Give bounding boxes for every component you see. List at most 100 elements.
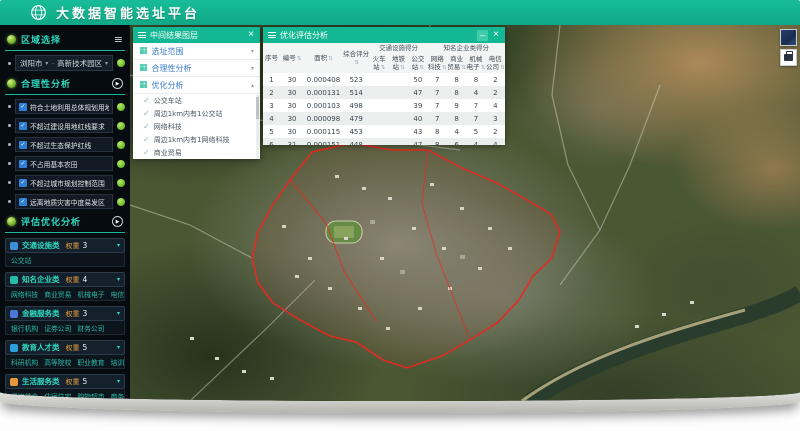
- column-header[interactable]: 电信公司⇅: [486, 54, 505, 73]
- layer-item-row[interactable]: ✓网络科技: [133, 120, 260, 133]
- column-header[interactable]: 面积⇅: [304, 43, 343, 73]
- menu-icon[interactable]: ≡: [114, 35, 123, 45]
- column-header[interactable]: 地铁站⇅: [389, 54, 408, 73]
- sort-icon[interactable]: ⇅: [400, 65, 405, 71]
- category-header[interactable]: 金融服务类权重3▾: [5, 306, 125, 321]
- table-row[interactable]: 2300.000131514477842: [263, 86, 505, 99]
- chevron-down-icon[interactable]: ▾: [117, 378, 120, 385]
- checkbox-checked-icon[interactable]: ✓: [19, 141, 27, 149]
- minimize-icon[interactable]: –: [477, 30, 488, 41]
- column-header[interactable]: 火车站⇅: [369, 54, 388, 73]
- checkbox-checked-icon[interactable]: ✓: [19, 103, 27, 111]
- checkmark-icon[interactable]: ✓: [143, 96, 150, 105]
- poi-tag[interactable]: 科研机构: [11, 357, 38, 367]
- poi-tag[interactable]: 餐饮美食: [11, 391, 38, 401]
- chevron-down-icon[interactable]: ▾: [251, 48, 254, 55]
- layer-item-row[interactable]: ✓商业贸易: [133, 146, 260, 159]
- district-select-value[interactable]: 高新技术园区: [57, 58, 102, 69]
- sort-icon[interactable]: ⇅: [381, 65, 386, 71]
- rationality-item: ✓不超过城市规划控制范围: [5, 175, 125, 190]
- close-icon[interactable]: ×: [492, 30, 500, 40]
- toolbox-button[interactable]: [780, 49, 797, 66]
- table-cell: 50: [408, 73, 427, 86]
- chevron-down-icon[interactable]: ▾: [117, 276, 120, 283]
- checkbox-checked-icon[interactable]: ✓: [19, 198, 27, 206]
- poi-tag[interactable]: 商业贸易: [44, 289, 71, 299]
- sort-icon[interactable]: ⇅: [328, 56, 333, 62]
- table-row[interactable]: 5300.000115453438452: [263, 125, 505, 138]
- chevron-up-icon[interactable]: ▴: [251, 82, 254, 89]
- sort-icon[interactable]: ⇅: [297, 56, 302, 62]
- poi-tag[interactable]: 职业教育: [77, 357, 104, 367]
- scrollbar[interactable]: [256, 95, 259, 159]
- sort-icon[interactable]: ⇅: [419, 65, 424, 71]
- sort-icon[interactable]: ⇅: [461, 65, 466, 71]
- column-header[interactable]: 综合评分⇅: [343, 43, 370, 73]
- results-panel-header[interactable]: 优化评估分析 – ×: [263, 27, 505, 43]
- poi-tag[interactable]: 培训机构: [111, 357, 125, 367]
- run-evaluation-button[interactable]: ▶: [112, 216, 123, 227]
- section-led-icon: [7, 79, 16, 88]
- layer-item-row[interactable]: ✓周边1km内有1公交站: [133, 107, 260, 120]
- category-header[interactable]: 知名企业类权重4▾: [5, 272, 125, 287]
- poi-tag[interactable]: 机械电子: [77, 289, 104, 299]
- poi-tag[interactable]: 住宿住宅: [44, 391, 71, 401]
- checkbox-checked-icon[interactable]: ✓: [19, 122, 27, 130]
- poi-tag[interactable]: 高等院校: [44, 357, 71, 367]
- checkmark-icon[interactable]: ✓: [143, 135, 150, 144]
- category-header[interactable]: 教育人才类权重5▾: [5, 340, 125, 355]
- site-boundary-polygon[interactable]: [252, 143, 560, 368]
- category-name: 知名企业类: [22, 274, 60, 285]
- layer-item-row[interactable]: ✓周边1km内有1网络科技: [133, 133, 260, 146]
- column-header[interactable]: 公交站⇅: [408, 54, 427, 73]
- poi-tag[interactable]: 财务公司: [77, 323, 104, 333]
- map-area[interactable]: 中间结果图层 × ▦选址范围▾▦合理性分析▾▦优化分析▴ ✓公交车站✓周边1km…: [130, 25, 800, 401]
- column-header[interactable]: 编号⇅: [280, 43, 304, 73]
- table-row[interactable]: 6310.000151448478644: [263, 138, 505, 145]
- table-row[interactable]: 1300.000408523507882: [263, 73, 505, 86]
- checkbox-checked-icon[interactable]: ✓: [19, 160, 27, 168]
- sort-icon[interactable]: ⇅: [354, 60, 359, 66]
- table-row[interactable]: 3300.000103498397974: [263, 99, 505, 112]
- sort-icon[interactable]: ⇅: [442, 65, 447, 71]
- run-analysis-button[interactable]: ▶: [112, 78, 123, 89]
- layer-group-row[interactable]: ▦合理性分析▾: [133, 60, 260, 77]
- table-cell: 7: [428, 99, 447, 112]
- poi-tag[interactable]: 商务酒店: [111, 391, 125, 401]
- chevron-down-icon[interactable]: ▾: [117, 344, 120, 351]
- poi-tag[interactable]: 电信公司: [111, 289, 125, 299]
- poi-tag[interactable]: 公交站: [11, 255, 31, 265]
- chevron-down-icon[interactable]: ▾: [117, 310, 120, 317]
- weight-value: 5: [83, 343, 88, 352]
- checkmark-icon[interactable]: ✓: [143, 109, 150, 118]
- poi-tag[interactable]: 购物超市: [77, 391, 104, 401]
- poi-tag[interactable]: 网络科技: [11, 289, 38, 299]
- layers-panel-header[interactable]: 中间结果图层 ×: [133, 27, 260, 43]
- region-separator: -: [51, 59, 54, 68]
- checkmark-icon[interactable]: ✓: [143, 122, 150, 131]
- overview-map-button[interactable]: [780, 29, 797, 46]
- sort-icon[interactable]: ⇅: [500, 65, 505, 71]
- column-header[interactable]: 网络科技⇅: [428, 54, 447, 73]
- region-select[interactable]: 浏阳市 ▾ - 高新技术园区 ▾: [15, 55, 113, 71]
- poi-tag[interactable]: 银行机构: [11, 323, 38, 333]
- table-row[interactable]: 4300.000098479407873: [263, 112, 505, 125]
- city-select-value[interactable]: 浏阳市: [20, 58, 42, 69]
- category-header[interactable]: 交通设施类权重3▾: [5, 238, 125, 253]
- rationality-label: 符合土地利用总体规划用地要求: [30, 102, 109, 112]
- status-dot: [117, 179, 125, 187]
- layer-item-row[interactable]: ✓公交车站: [133, 94, 260, 107]
- sort-icon[interactable]: ⇅: [481, 65, 486, 71]
- checkbox-checked-icon[interactable]: ✓: [19, 179, 27, 187]
- table-cell: 30: [280, 73, 304, 86]
- layer-group-row[interactable]: ▦选址范围▾: [133, 43, 260, 60]
- checkmark-icon[interactable]: ✓: [143, 148, 150, 157]
- chevron-down-icon[interactable]: ▾: [251, 65, 254, 72]
- close-icon[interactable]: ×: [247, 30, 255, 40]
- layer-group-row[interactable]: ▦优化分析▴: [133, 77, 260, 94]
- column-header[interactable]: 机械电子⇅: [466, 54, 485, 73]
- category-header[interactable]: 生活服务类权重5▾: [5, 374, 125, 389]
- poi-tag[interactable]: 证券公司: [44, 323, 71, 333]
- chevron-down-icon[interactable]: ▾: [117, 242, 120, 249]
- column-header[interactable]: 商业贸易⇅: [447, 54, 466, 73]
